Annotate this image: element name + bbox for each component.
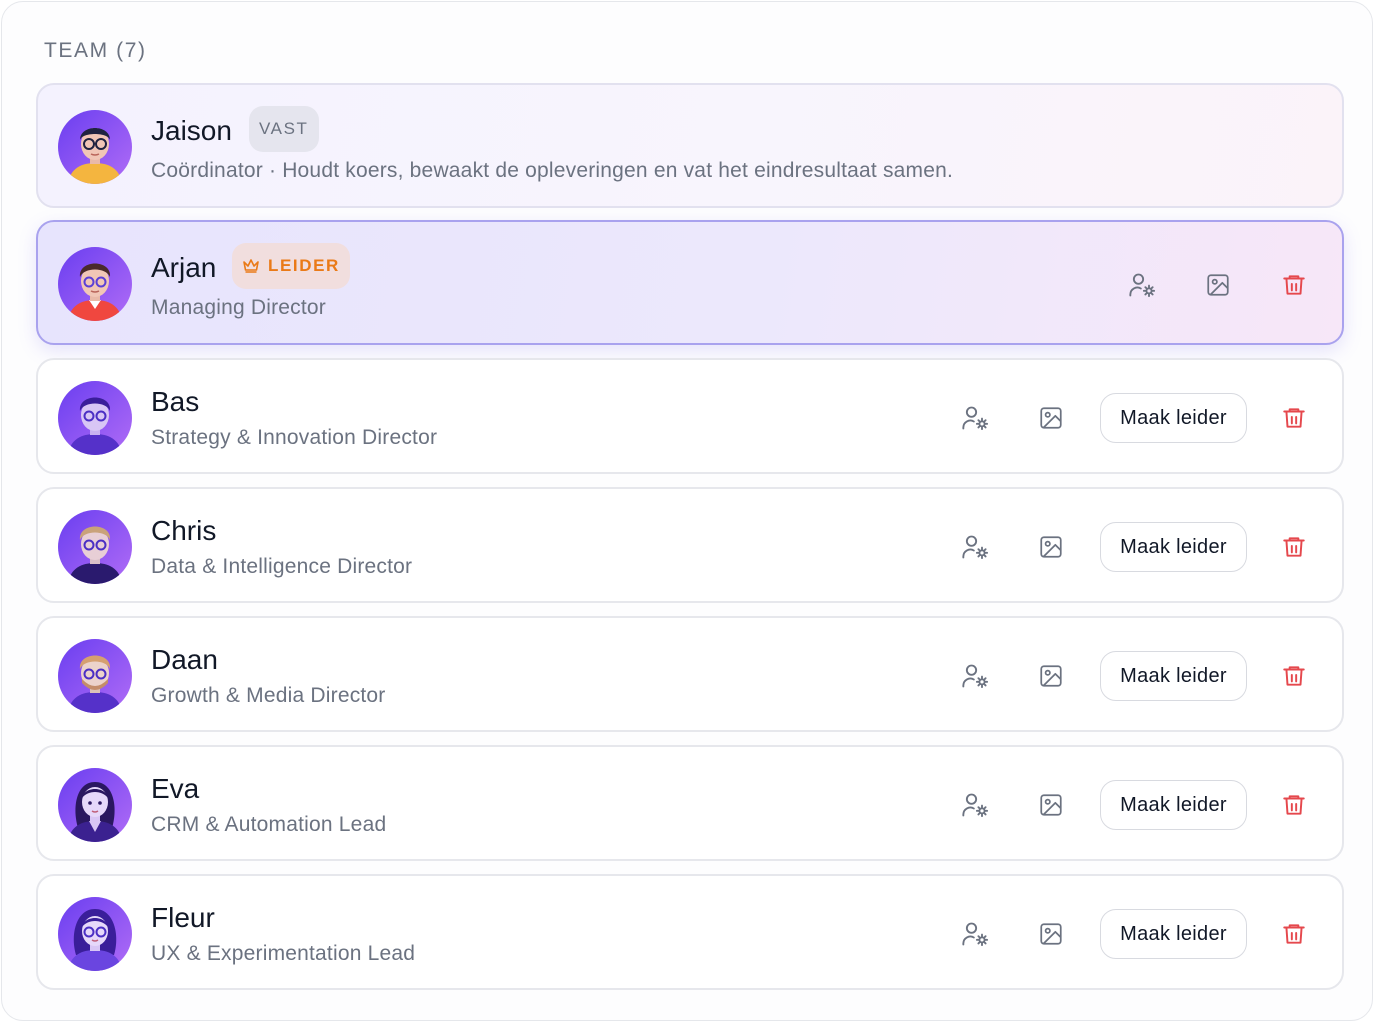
make-leader-button[interactable]: Maak leider: [1100, 780, 1247, 830]
image-button[interactable]: [1033, 400, 1069, 436]
member-role: Growth & Media Director: [151, 684, 386, 707]
trash-icon: [1283, 924, 1305, 944]
user-settings-button[interactable]: [957, 529, 993, 565]
image-icon: [1040, 536, 1062, 558]
avatar: [58, 381, 132, 455]
delete-button[interactable]: [1276, 267, 1312, 303]
member-card-jaison: Jaison VAST Coördinator · Houdt koers, b…: [36, 83, 1344, 208]
member-name: Eva: [151, 773, 200, 804]
user-settings-button[interactable]: [957, 400, 993, 436]
user-settings-button[interactable]: [957, 658, 993, 694]
image-button[interactable]: [1033, 529, 1069, 565]
member-role: CRM & Automation Lead: [151, 813, 387, 836]
crown-icon: [243, 259, 259, 273]
delete-button[interactable]: [1276, 787, 1312, 823]
member-role: UX & Experimentation Lead: [151, 942, 416, 965]
make-leader-button[interactable]: Maak leider: [1100, 522, 1247, 572]
user-gear-icon: [962, 664, 989, 689]
image-icon: [1040, 407, 1062, 429]
section-title: TEAM (7): [44, 39, 147, 62]
make-leader-button[interactable]: Maak leider: [1100, 651, 1247, 701]
trash-icon: [1283, 666, 1305, 686]
delete-button[interactable]: [1276, 916, 1312, 952]
user-gear-icon: [962, 406, 989, 431]
member-role: Strategy & Innovation Director: [151, 426, 438, 449]
member-name: Chris: [151, 515, 217, 546]
image-icon: [1040, 794, 1062, 816]
avatar: [58, 247, 132, 321]
leader-badge-label: LEIDER: [268, 256, 340, 275]
delete-button[interactable]: [1276, 529, 1312, 565]
make-leader-button[interactable]: Maak leider: [1100, 909, 1247, 959]
user-gear-icon: [1129, 273, 1156, 298]
member-name: Arjan: [151, 252, 217, 283]
member-card-eva: Eva CRM & Automation Lead Maak leider: [36, 745, 1344, 861]
trash-icon: [1283, 795, 1305, 815]
member-card-daan: Daan Growth & Media Director Maak leider: [36, 616, 1344, 732]
member-role: Data & Intelligence Director: [151, 555, 413, 578]
member-name: Daan: [151, 644, 218, 675]
image-button[interactable]: [1033, 658, 1069, 694]
delete-button[interactable]: [1276, 400, 1312, 436]
member-card-chris: Chris Data & Intelligence Director Maak …: [36, 487, 1344, 603]
trash-icon: [1283, 537, 1305, 557]
member-card-arjan: Arjan LEIDER Managing Director: [36, 220, 1344, 345]
image-icon: [1040, 665, 1062, 687]
avatar: [58, 897, 132, 971]
user-settings-button[interactable]: [957, 916, 993, 952]
team-panel: TEAM (7) Jaison VAST Coördinator · Houdt…: [1, 1, 1373, 1021]
user-settings-button[interactable]: [1124, 267, 1160, 303]
leader-badge: LEIDER: [232, 243, 350, 289]
delete-button[interactable]: [1276, 658, 1312, 694]
avatar: [58, 110, 132, 184]
user-gear-icon: [962, 535, 989, 560]
image-icon: [1207, 274, 1229, 296]
member-card-bas: Bas Strategy & Innovation Director Maak …: [36, 358, 1344, 474]
member-role: Managing Director: [151, 296, 326, 319]
member-role: Coördinator · Houdt koers, bewaakt de op…: [151, 159, 954, 182]
user-gear-icon: [962, 793, 989, 818]
member-name: Fleur: [151, 902, 215, 933]
make-leader-button[interactable]: Maak leider: [1100, 393, 1247, 443]
member-card-fleur: Fleur UX & Experimentation Lead Maak lei…: [36, 874, 1344, 990]
member-name: Bas: [151, 386, 200, 417]
avatar: [58, 639, 132, 713]
image-button[interactable]: [1033, 916, 1069, 952]
user-settings-button[interactable]: [957, 787, 993, 823]
image-icon: [1040, 923, 1062, 945]
image-button[interactable]: [1200, 267, 1236, 303]
user-gear-icon: [962, 922, 989, 947]
trash-icon: [1283, 275, 1305, 295]
member-name: Jaison: [151, 115, 232, 146]
avatar: [58, 768, 132, 842]
avatar: [58, 510, 132, 584]
image-button[interactable]: [1033, 787, 1069, 823]
fixed-badge: VAST: [249, 106, 319, 152]
trash-icon: [1283, 408, 1305, 428]
